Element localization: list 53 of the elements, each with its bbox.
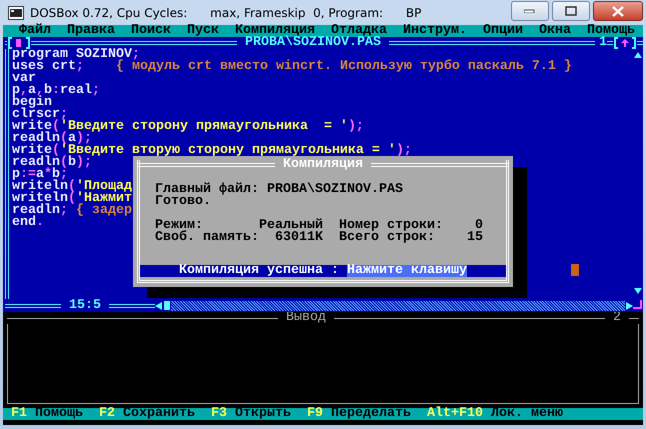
key-prompt: Нажмите клавишу xyxy=(346,265,467,277)
menu-item[interactable]: Файл xyxy=(19,25,51,37)
hotkey-item[interactable]: F1 Помощь xyxy=(11,408,83,420)
menu-item[interactable]: Поиск xyxy=(131,25,171,37)
maximize-icon xyxy=(565,6,577,16)
code-line: uses crt; { модуль crt вместо wincrt. Использую турбо паскаль 7.1 } xyxy=(12,61,572,73)
scroll-left-icon[interactable] xyxy=(155,302,163,310)
menu-item[interactable]: Опции xyxy=(482,25,523,37)
field-label: Номер строки: xyxy=(339,220,443,232)
menu-item[interactable]: Отладка xyxy=(330,25,387,37)
text-cursor xyxy=(571,264,579,276)
cursor-position: 15:5 xyxy=(68,300,102,312)
scroll-down-icon[interactable] xyxy=(634,287,642,295)
hotkey-item[interactable]: Alt+F10 Лок. меню xyxy=(426,408,563,420)
app-icon xyxy=(8,6,24,20)
menu-item[interactable]: Помощь xyxy=(586,25,635,37)
code-line: end. xyxy=(12,217,44,229)
main-file-text: Главный файл: PROBA\SOZINOV.PAS xyxy=(155,184,404,196)
hotkey-item[interactable]: F3 Открыть xyxy=(210,408,291,420)
window-title: DOSBox 0.72, Cpu Cycles: max, Frameskip 0, Program: BP xyxy=(30,6,422,20)
scroll-up-icon[interactable] xyxy=(634,51,642,59)
hotkey-item[interactable]: F9 Переделать xyxy=(306,408,411,420)
code-line: begin xyxy=(12,97,52,109)
scroll-right-icon[interactable] xyxy=(625,302,633,310)
minimize-button[interactable] xyxy=(511,1,549,21)
field-value: Реальный xyxy=(259,220,323,232)
menu-item[interactable]: Компиляция xyxy=(235,25,315,37)
field-value: 63011K xyxy=(275,232,323,244)
maximize-button[interactable] xyxy=(552,1,590,21)
code-line: p,a,b:real; xyxy=(12,85,100,97)
dialog-title: Компиляция xyxy=(282,159,364,171)
field-value: 15 xyxy=(467,232,483,244)
field-label: Всего строк: xyxy=(339,232,435,244)
close-box-icon[interactable] xyxy=(7,37,31,49)
field-value: 0 xyxy=(475,220,483,232)
menu-item[interactable]: Пуск xyxy=(187,25,219,37)
minimize-icon xyxy=(524,9,536,13)
scroll-thumb[interactable] xyxy=(164,301,170,310)
file-title: PROBA\SOZINOV.PAS xyxy=(245,37,381,49)
code-line: var xyxy=(12,73,36,85)
success-message: Компиляция успешна : xyxy=(179,265,340,277)
menu-item[interactable]: Правка xyxy=(67,25,115,37)
window-number: 1 xyxy=(599,37,608,49)
field-label: Своб. память: xyxy=(155,232,259,244)
output-title: Вывод xyxy=(285,312,327,324)
status-text: Готово. xyxy=(155,196,212,208)
close-button[interactable] xyxy=(593,1,643,21)
zoom-box-icon[interactable] xyxy=(613,37,638,49)
close-icon xyxy=(612,6,624,16)
menu-item[interactable]: Окна xyxy=(538,25,571,37)
resize-corner-icon[interactable] xyxy=(633,300,643,312)
hotkey-item[interactable]: F2 Сохранить xyxy=(99,408,195,420)
menu-item[interactable]: Инструм. xyxy=(402,25,467,37)
